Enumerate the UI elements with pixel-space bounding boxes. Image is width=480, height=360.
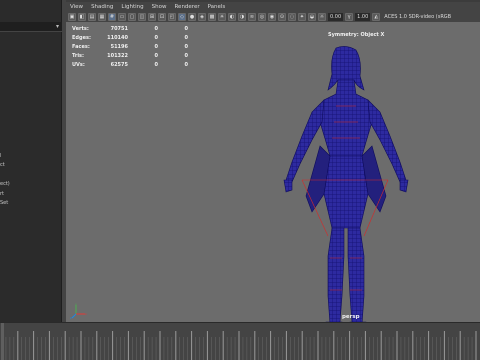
camera-attributes-icon[interactable]: ◧ — [78, 12, 86, 21]
outliner-panel: ▾ l ct ect) rt Set — [0, 0, 62, 322]
time-slider[interactable] — [0, 322, 480, 360]
hud-label: UVs: — [72, 61, 85, 68]
xray-icon[interactable]: ◌ — [288, 12, 296, 21]
hud-row-uvs: UVs: 62575 0 0 — [72, 60, 188, 69]
film-gate-icon[interactable]: ▭ — [118, 12, 126, 21]
svg-text:z: z — [70, 316, 72, 320]
poly-count-hud: Verts: 70751 0 0 Edges: 110140 0 0 Faces… — [72, 24, 188, 69]
hud-value: 110140 — [107, 34, 128, 41]
safe-title-icon[interactable]: ◰ — [168, 12, 176, 21]
hud-label: Verts: — [72, 25, 89, 32]
hud-label: Faces: — [72, 43, 90, 50]
camera-select-icon[interactable]: ▣ — [68, 12, 76, 21]
hud-value: 0 — [154, 34, 158, 41]
outliner-item[interactable]: l — [0, 153, 1, 159]
isolate-select-icon[interactable]: ⊙ — [278, 12, 286, 21]
bookmark-icon[interactable]: ▤ — [88, 12, 96, 21]
backface-culling-icon[interactable]: ◒ — [308, 12, 316, 21]
field-chart-icon[interactable]: ⊞ — [148, 12, 156, 21]
xray-joints-icon[interactable]: ✦ — [298, 12, 306, 21]
camera-name-label: persp — [342, 314, 360, 320]
hud-row-tris: Tris: 101322 0 0 — [72, 51, 188, 60]
exposure-icon[interactable]: ☼ — [318, 12, 326, 21]
gate-mask-icon[interactable]: ◫ — [138, 12, 146, 21]
viewport-toolbar: ▣ ◧ ▤ ▦ # ▭ ▢ ◫ ⊞ ⊡ ◰ ◇ ● ◈ ▩ ☀ ◐ ◑ ≋ ◎ … — [66, 11, 480, 22]
outliner-item[interactable]: Set — [0, 200, 8, 206]
grid-icon[interactable]: # — [108, 12, 116, 21]
time-ruler[interactable] — [0, 323, 480, 360]
wireframe-icon[interactable]: ◇ — [178, 12, 186, 21]
depth-of-field-icon[interactable]: ◉ — [268, 12, 276, 21]
view-transform-select[interactable]: ACES 1.0 SDR-video (sRGB — [384, 14, 451, 20]
menu-shading[interactable]: Shading — [91, 4, 113, 10]
axis-gizmo-icon: y x z — [70, 302, 87, 320]
hud-row-verts: Verts: 70751 0 0 — [72, 24, 188, 33]
wireframe-on-shaded-icon[interactable]: ◈ — [198, 12, 206, 21]
menu-lighting[interactable]: Lighting — [121, 4, 143, 10]
chevron-down-icon[interactable]: ▾ — [56, 23, 59, 30]
hud-value: 51196 — [110, 43, 128, 50]
exposure-field[interactable]: 0.00 — [328, 12, 344, 21]
hud-label: Edges: — [72, 34, 91, 41]
outliner-filter-field[interactable]: ▾ — [0, 22, 62, 32]
shadows-icon[interactable]: ◐ — [228, 12, 236, 21]
hud-value: 0 — [184, 52, 188, 59]
hud-row-faces: Faces: 51196 0 0 — [72, 42, 188, 51]
menu-panels[interactable]: Panels — [208, 4, 226, 10]
hud-value: 101322 — [107, 52, 128, 59]
lights-icon[interactable]: ☀ — [218, 12, 226, 21]
ambient-occlusion-icon[interactable]: ◑ — [238, 12, 246, 21]
hud-row-edges: Edges: 110140 0 0 — [72, 33, 188, 42]
svg-text:y: y — [75, 302, 77, 306]
hud-value: 0 — [154, 52, 158, 59]
menu-view[interactable]: View — [70, 4, 83, 10]
resolution-gate-icon[interactable]: ▢ — [128, 12, 136, 21]
outliner-item[interactable]: ct — [0, 162, 5, 168]
hud-value: 0 — [154, 25, 158, 32]
panel-menu-bar: View Shading Lighting Show Renderer Pane… — [66, 2, 480, 11]
hud-value: 70751 — [110, 25, 128, 32]
safe-action-icon[interactable]: ⊡ — [158, 12, 166, 21]
textured-icon[interactable]: ▩ — [208, 12, 216, 21]
symmetry-label: Symmetry: Object X — [328, 32, 385, 38]
hud-value: 0 — [184, 25, 188, 32]
motion-blur-icon[interactable]: ≋ — [248, 12, 256, 21]
gamma-field[interactable]: 1.00 — [355, 12, 371, 21]
hud-value: 0 — [154, 61, 158, 68]
outliner-item[interactable]: rt — [0, 191, 4, 197]
gamma-icon[interactable]: γ — [345, 12, 354, 21]
current-frame-marker[interactable] — [1, 323, 4, 360]
svg-text:x: x — [85, 312, 87, 316]
character-wireframe-model[interactable] — [276, 46, 416, 322]
anti-aliasing-icon[interactable]: ◎ — [258, 12, 266, 21]
hud-value: 0 — [184, 34, 188, 41]
hud-label: Tris: — [72, 52, 85, 59]
image-plane-icon[interactable]: ▦ — [98, 12, 106, 21]
menu-show[interactable]: Show — [152, 4, 167, 10]
3d-viewport[interactable]: Verts: 70751 0 0 Edges: 110140 0 0 Faces… — [66, 22, 480, 322]
color-management-icon[interactable]: ◭ — [372, 12, 381, 21]
hud-value: 0 — [184, 61, 188, 68]
smooth-shade-icon[interactable]: ● — [188, 12, 196, 21]
hud-value: 0 — [154, 43, 158, 50]
outliner-item[interactable]: ect) — [0, 181, 10, 187]
hud-value: 62575 — [110, 61, 128, 68]
menu-renderer[interactable]: Renderer — [174, 4, 199, 10]
hud-value: 0 — [184, 43, 188, 50]
